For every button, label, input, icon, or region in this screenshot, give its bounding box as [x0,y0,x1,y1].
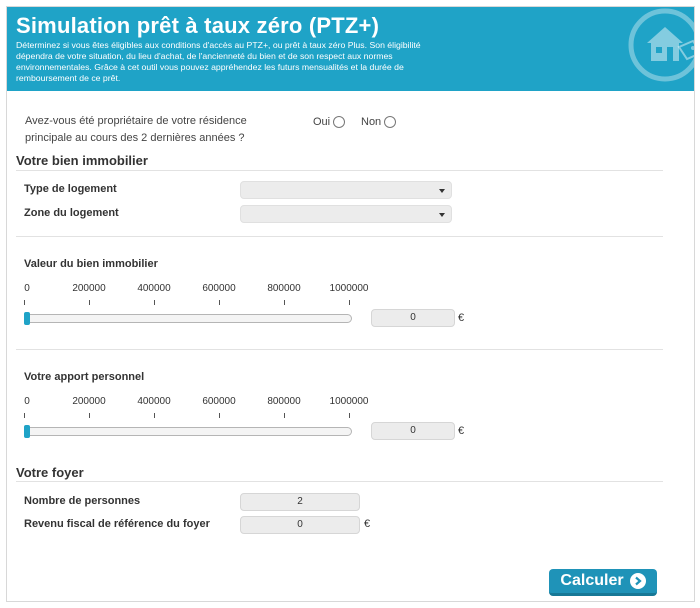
section-title-foyer: Votre foyer [16,465,84,480]
zone-logement-select[interactable] [240,205,452,223]
tick-label: 200000 [72,396,106,407]
apport-currency: € [458,425,465,437]
tick-label: 1000000 [329,396,369,407]
tick-mark [154,413,155,418]
tick-label: 400000 [137,396,171,407]
tick-label: 600000 [202,396,236,407]
simulator-panel: Simulation prêt à taux zéro (PTZ+) Déter… [6,6,695,602]
apport-label: Votre apport personnel [24,371,145,383]
radio-non[interactable] [384,116,397,128]
zone-logement-label: Zone du logement [24,207,119,219]
radio-oui[interactable] [333,116,346,128]
tick-label: 800000 [267,283,301,294]
tick-mark [349,300,350,305]
section-title-bien: Votre bien immobilier [16,153,148,168]
valeur-currency: € [458,312,465,324]
divider [16,481,663,482]
header-banner: Simulation prêt à taux zéro (PTZ+) Déter… [7,7,694,91]
type-logement-select[interactable] [240,181,452,199]
tick-label: 0 [24,396,30,407]
chevron-down-icon [439,189,445,193]
page-description: Déterminez si vous êtes éligibles aux co… [16,40,421,83]
valeur-bien-label: Valeur du bien immobilier [24,258,158,270]
valeur-slider-handle[interactable] [24,312,30,325]
divider [16,170,663,171]
tick-mark [284,300,285,305]
apport-input[interactable]: 0 [371,422,455,440]
arrow-right-circle-icon [629,573,646,589]
radio-oui-group[interactable]: Oui [313,116,346,128]
nombre-personnes-label: Nombre de personnes [24,495,141,507]
tick-mark [219,300,220,305]
tick-label: 200000 [72,283,106,294]
tick-mark [24,413,25,418]
tick-mark [24,300,25,305]
calculer-label: Calculer [560,572,624,589]
radio-non-group[interactable]: Non [361,116,397,128]
page-title: Simulation prêt à taux zéro (PTZ+) [16,13,380,38]
chevron-down-icon [439,213,445,217]
valeur-slider-scale: 0 200000 400000 600000 800000 1000000 [24,283,384,313]
valeur-slider-track[interactable] [24,312,352,325]
radio-oui-label: Oui [313,116,331,128]
calculer-button[interactable]: Calculer [549,569,657,596]
apport-slider-handle[interactable] [24,425,30,438]
tick-mark [284,413,285,418]
revenu-currency: € [364,518,371,530]
apport-slider-scale: 0 200000 400000 600000 800000 1000000 [24,396,384,426]
tick-mark [154,300,155,305]
valeur-input[interactable]: 0 [371,309,455,327]
tick-label: 600000 [202,283,236,294]
revenu-fiscal-label: Revenu fiscal de référence du foyer [24,518,210,530]
tick-mark [349,413,350,418]
tick-mark [89,300,90,305]
divider [16,236,663,237]
revenu-fiscal-input[interactable]: 0 [240,516,360,534]
tick-label: 400000 [137,283,171,294]
tick-label: 0 [24,283,30,294]
nombre-personnes-input[interactable]: 2 [240,493,360,511]
tick-mark [219,413,220,418]
ownership-question: Avez-vous été propriétaire de votre rési… [25,115,247,144]
radio-non-label: Non [361,116,382,128]
divider [16,349,663,350]
tick-label: 1000000 [329,283,369,294]
type-logement-label: Type de logement [24,183,117,195]
house-tag-icon [623,7,694,91]
tick-mark [89,413,90,418]
apport-slider-track[interactable] [24,425,352,438]
tick-label: 800000 [267,396,301,407]
